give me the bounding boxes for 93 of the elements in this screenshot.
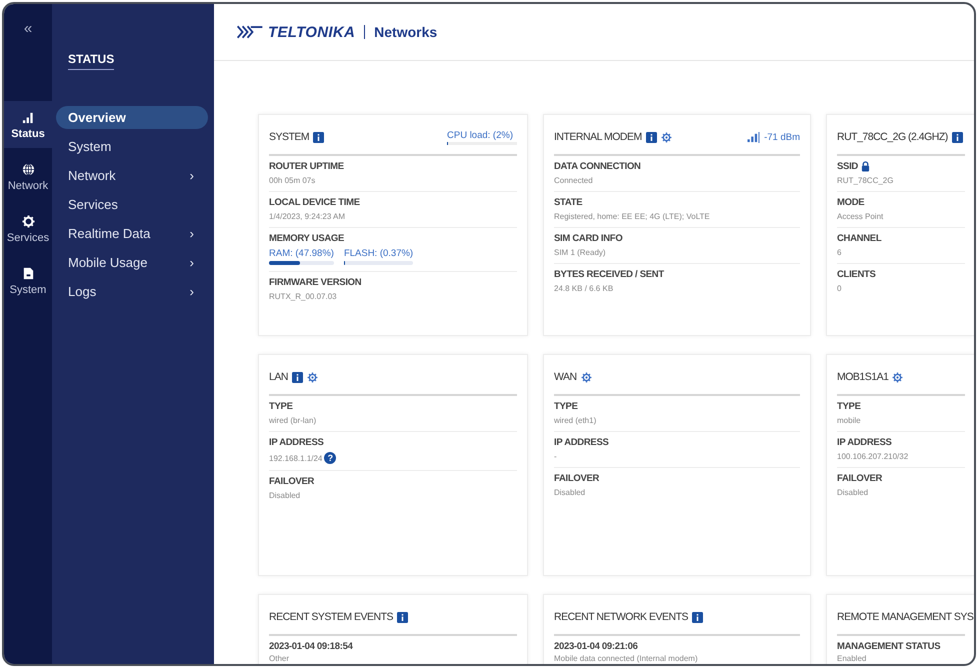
field-label: TYPE [837, 401, 861, 412]
section-title: STATUS [68, 52, 114, 70]
settings-icon[interactable] [892, 372, 904, 382]
field-label: STATE [554, 197, 582, 208]
field-label: MANAGEMENT STATUS [837, 641, 940, 652]
field-value: Access Point [837, 212, 884, 221]
field-value: 192.168.1.1/24 [269, 454, 322, 462]
field-value: Other [269, 654, 290, 663]
settings-icon[interactable] [580, 372, 592, 382]
field-label: LOCAL DEVICE TIME [269, 197, 360, 208]
card-title: RUT_78CC_2G (2.4GHZ) [837, 131, 948, 143]
field-label: 2023-01-04 09:21:06 [554, 641, 638, 652]
card-title: INTERNAL MODEM [554, 131, 642, 143]
info-icon[interactable] [397, 612, 408, 622]
field-label: TYPE [269, 401, 293, 412]
field-label: BYTES RECEIVED / SENT [554, 269, 664, 280]
card-title: RECENT SYSTEM EVENTS [269, 611, 393, 623]
menu-item[interactable]: Network › [56, 164, 208, 187]
field-value: Disabled [554, 488, 586, 497]
signal-strength-icon [746, 132, 760, 142]
field-label: IP ADDRESS [269, 437, 324, 448]
field-value: Mobile data connected (Internal modem) [554, 654, 698, 663]
field-value: Disabled [269, 491, 300, 500]
field-value: 6 [837, 248, 842, 257]
field-value: Disabled [837, 488, 868, 497]
menu-item[interactable]: Mobile Usage › [56, 251, 208, 274]
field-value: 1/4/2023, 9:24:23 AM [269, 212, 346, 221]
field-value: 0 [837, 284, 842, 293]
product-name: Networks [374, 24, 438, 40]
field-label: DATA CONNECTION [554, 161, 641, 172]
field-value: RUTX_R_00.07.03 [269, 292, 337, 301]
field-value: Connected [554, 176, 593, 185]
info-icon[interactable] [952, 132, 963, 142]
field-label: SIM CARD INFO [554, 233, 622, 244]
field-value: Registered, home: EE EE; 4G (LTE); VoLTE [554, 212, 710, 221]
field-label: FAILOVER [837, 473, 882, 484]
card-title: MOB1S1A1 [837, 371, 888, 383]
info-icon[interactable] [313, 132, 324, 142]
globe-icon [22, 163, 34, 176]
menu-item[interactable]: Services [56, 193, 208, 216]
menu-item[interactable]: System [56, 135, 208, 158]
field-label: MODE [837, 197, 864, 208]
field-value: 24.8 KB / 6.6 KB [554, 284, 614, 293]
field-value: 100.106.207.210/32 [837, 452, 908, 461]
field-label: ROUTER UPTIME [269, 161, 344, 172]
rail-item[interactable]: Status [4, 101, 52, 148]
field-label: SSID [837, 161, 858, 172]
menu-item[interactable]: Overview [56, 106, 208, 129]
memory-bar [269, 261, 334, 265]
field-label: FAILOVER [269, 476, 314, 487]
cpu-load-text: CPU load: (2%) [447, 130, 513, 140]
field-label: CHANNEL [837, 233, 882, 244]
card-title: RECENT NETWORK EVENTS [554, 611, 688, 623]
rail-item[interactable]: Services [4, 205, 52, 252]
field-label: IP ADDRESS [554, 437, 609, 448]
rail-item[interactable]: Network [4, 153, 52, 200]
field-value: 00h 05m 07s [269, 176, 316, 185]
field-value: RUT_78CC_2G [837, 176, 894, 185]
memory-reading: RAM: (47.98%) [269, 248, 334, 259]
signal-bars-icon [22, 111, 34, 124]
signal-reading: -71 dBm [764, 132, 800, 142]
document-icon [22, 267, 34, 280]
menu-item[interactable]: Logs › [56, 280, 208, 303]
info-icon[interactable] [292, 372, 303, 382]
memory-reading: FLASH: (0.37%) [344, 248, 414, 259]
field-label: CLIENTS [837, 269, 876, 280]
field-value: wired (eth1) [554, 416, 596, 425]
logo-icon [236, 24, 264, 40]
info-icon[interactable] [692, 612, 703, 622]
card-title: SYSTEM [269, 131, 310, 143]
field-value: Enabled [837, 654, 866, 663]
collapse-button[interactable]: « [20, 18, 36, 39]
settings-icon[interactable] [660, 132, 672, 142]
field-label: FIRMWARE VERSION [269, 277, 362, 288]
info-icon[interactable] [646, 132, 657, 142]
field-value: - [554, 452, 557, 461]
rail-item[interactable]: System [4, 257, 52, 304]
field-label: TYPE [554, 401, 578, 412]
card-title: LAN [269, 371, 288, 383]
brand-logo: TELTONIKA [268, 24, 356, 40]
field-value: mobile [837, 416, 861, 425]
field-label: MEMORY USAGE [269, 233, 344, 244]
card-title: REMOTE MANAGEMENT SYS [837, 611, 974, 623]
field-value: wired (br-lan) [269, 416, 316, 425]
field-label: 2023-01-04 09:18:54 [269, 641, 353, 652]
field-label: FAILOVER [554, 473, 600, 484]
help-badge[interactable]: ? [324, 452, 336, 464]
card-title: WAN [554, 371, 577, 383]
settings-icon[interactable] [306, 372, 318, 382]
menu-item[interactable]: Realtime Data › [56, 222, 208, 245]
field-value: SIM 1 (Ready) [554, 248, 606, 257]
field-label: IP ADDRESS [837, 437, 892, 448]
gear-icon [22, 215, 34, 228]
